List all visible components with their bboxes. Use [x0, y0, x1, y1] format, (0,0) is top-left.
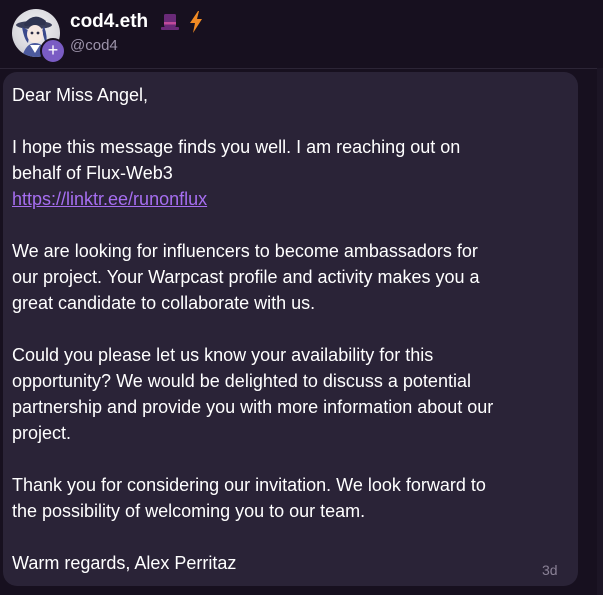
paragraph-line: Could you please let us know your availa…: [12, 345, 434, 365]
paragraph-line: our project. Your Warpcast profile and a…: [12, 267, 480, 287]
greeting: Dear Miss Angel,: [12, 85, 149, 105]
linktree-link[interactable]: https://linktr.ee/runonflux: [12, 189, 207, 209]
message-timestamp: 3d: [542, 562, 558, 578]
paragraph-line: the possibility of welcoming you to our …: [12, 501, 366, 521]
paragraph-line: We are looking for influencers to become…: [12, 241, 478, 261]
message-text: Dear Miss Angel, I hope this message fin…: [12, 82, 572, 576]
paragraph-line: great candidate to collaborate with us.: [12, 293, 316, 313]
lightning-bolt-icon: [190, 11, 202, 33]
paragraph-line: project.: [12, 423, 72, 443]
conversation-header: + cod4.eth @cod4: [0, 0, 603, 69]
display-name[interactable]: cod4.eth: [70, 10, 148, 34]
intro-line: behalf of Flux-Web3: [12, 163, 173, 183]
paragraph-line: opportunity? We would be delighted to di…: [12, 371, 471, 391]
top-hat-icon: [161, 14, 179, 30]
signoff: Warm regards, Alex Perritaz: [12, 553, 237, 573]
paragraph-line: Thank you for considering our invitation…: [12, 475, 486, 495]
follow-plus-button[interactable]: +: [40, 38, 66, 64]
scrollbar-track[interactable]: [597, 68, 603, 595]
paragraph-line: partnership and provide you with more in…: [12, 397, 494, 417]
intro-line: I hope this message finds you well. I am…: [12, 137, 461, 157]
username[interactable]: @cod4: [70, 36, 118, 56]
chat-view: + cod4.eth @cod4 Dear Miss Angel, I hope…: [0, 0, 603, 595]
